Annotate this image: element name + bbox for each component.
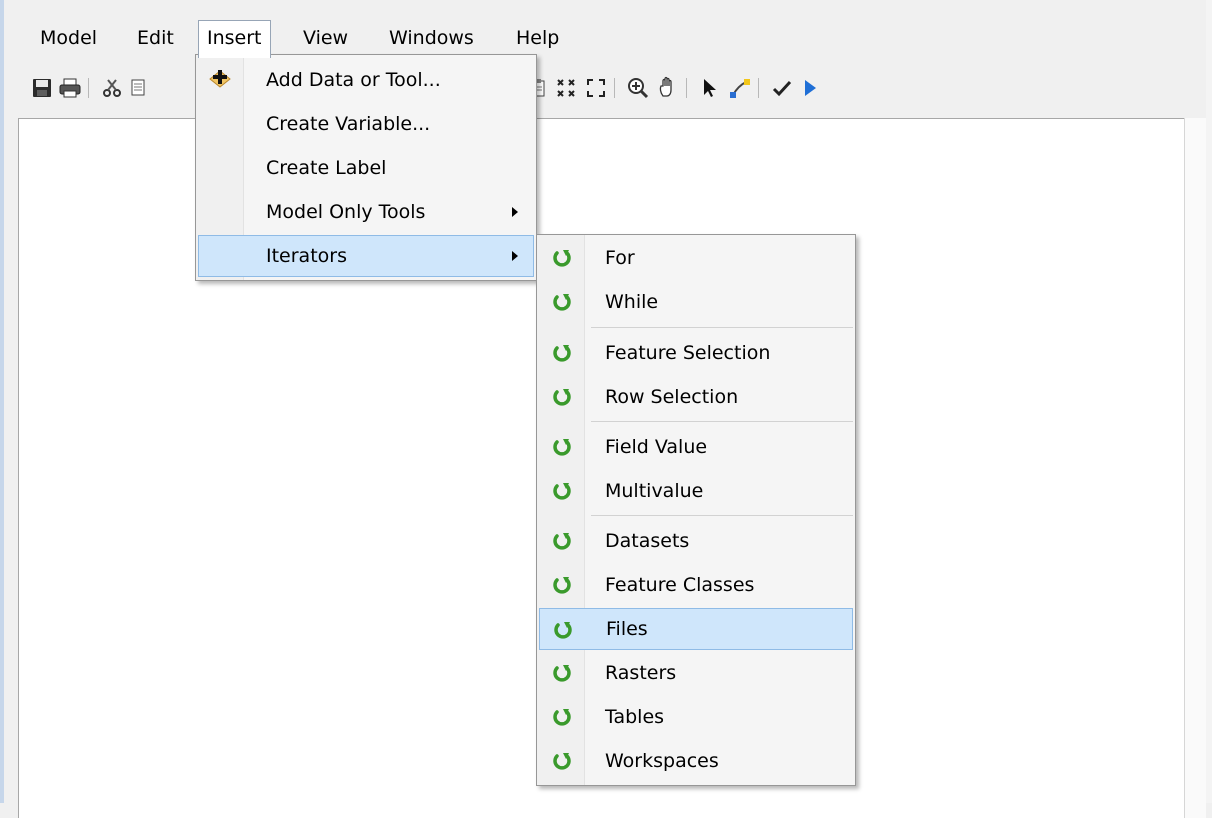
auto-layout-icon[interactable] [552,70,580,106]
iterator-item-files[interactable]: Files [539,608,853,650]
iterator-item-datasets[interactable]: Datasets [539,520,853,562]
iterator-icon [551,750,573,772]
full-extent-icon[interactable] [582,70,610,106]
iterator-item-rasters[interactable]: Rasters [539,652,853,694]
toolbar-separator [686,78,687,98]
menu-item-label: For [605,247,635,269]
menu-item-label: Row Selection [605,386,739,408]
menu-item-label: Datasets [605,530,690,552]
zoom-in-icon[interactable] [624,70,652,106]
menu-item-label: Files [606,618,648,640]
iterator-item-for[interactable]: For [539,237,853,279]
connect-icon[interactable] [726,70,754,106]
window-left-edge [0,0,4,803]
menu-item-label: Multivalue [605,480,704,502]
insert-menu: Add Data or Tool... Create Variable... C… [195,54,537,281]
menu-view[interactable]: View [303,21,348,55]
iterator-item-multivalue[interactable]: Multivalue [539,470,853,512]
iterator-item-workspaces[interactable]: Workspaces [539,740,853,782]
menu-item-label: Create Label [266,157,387,179]
select-icon[interactable] [696,70,724,106]
pan-icon[interactable] [654,70,682,106]
submenu-arrow-icon [512,207,518,217]
menu-model[interactable]: Model [40,21,97,55]
menu-item-model-only-tools[interactable]: Model Only Tools [198,191,534,233]
menu-item-label: While [605,291,659,313]
menu-item-add-data[interactable]: Add Data or Tool... [198,59,534,101]
iterator-item-feature-selection[interactable]: Feature Selection [539,332,853,374]
iterator-item-row-selection[interactable]: Row Selection [539,376,853,418]
menu-item-label: Feature Selection [605,342,771,364]
iterator-icon [552,619,574,641]
iterator-icon [551,662,573,684]
menu-separator [591,327,853,328]
vertical-scrollbar[interactable] [1184,118,1206,818]
toolbar-separator [614,78,615,98]
window-right-edge [1206,0,1212,803]
menu-edit[interactable]: Edit [137,21,174,55]
menu-separator [591,515,853,516]
run-icon[interactable] [796,70,824,106]
menu-item-create-variable[interactable]: Create Variable... [198,103,534,145]
iterator-item-feature-classes[interactable]: Feature Classes [539,564,853,606]
menu-windows[interactable]: Windows [389,21,474,55]
iterator-icon [551,574,573,596]
submenu-arrow-icon [512,251,518,261]
iterator-icon [551,247,573,269]
menu-item-label: Feature Classes [605,574,755,596]
menu-item-label: Model Only Tools [266,201,426,223]
toolbar-separator [758,78,759,98]
iterator-item-tables[interactable]: Tables [539,696,853,738]
cut-icon[interactable] [98,70,126,106]
iterator-icon [551,342,573,364]
menu-insert[interactable]: Insert [198,20,271,58]
iterators-submenu: For While Feature Selection Row Selection Fi… [536,234,856,786]
menu-item-label: Iterators [266,245,347,267]
iterator-icon [551,530,573,552]
toolbar-separator [88,78,89,98]
menu-item-label: Add Data or Tool... [266,69,441,91]
menubar: Model Edit Insert View Windows Help [4,12,1206,58]
menu-item-label: Create Variable... [266,113,431,135]
save-icon[interactable] [28,70,56,106]
iterator-icon [551,291,573,313]
menu-item-create-label[interactable]: Create Label [198,147,534,189]
menu-item-label: Field Value [605,436,708,458]
iterator-icon [551,480,573,502]
menu-item-label: Tables [605,706,665,728]
iterator-icon [551,436,573,458]
print-icon[interactable] [56,70,84,106]
copy-icon[interactable] [126,70,154,106]
iterator-icon [551,706,573,728]
menu-item-iterators[interactable]: Iterators [198,235,534,277]
iterator-icon [551,386,573,408]
validate-icon[interactable] [768,70,796,106]
menu-separator [591,421,853,422]
iterator-item-field-value[interactable]: Field Value [539,426,853,468]
iterator-item-while[interactable]: While [539,281,853,323]
menu-item-label: Rasters [605,662,677,684]
add-data-icon [208,67,232,96]
menu-item-label: Workspaces [605,750,719,772]
menu-help[interactable]: Help [516,21,559,55]
